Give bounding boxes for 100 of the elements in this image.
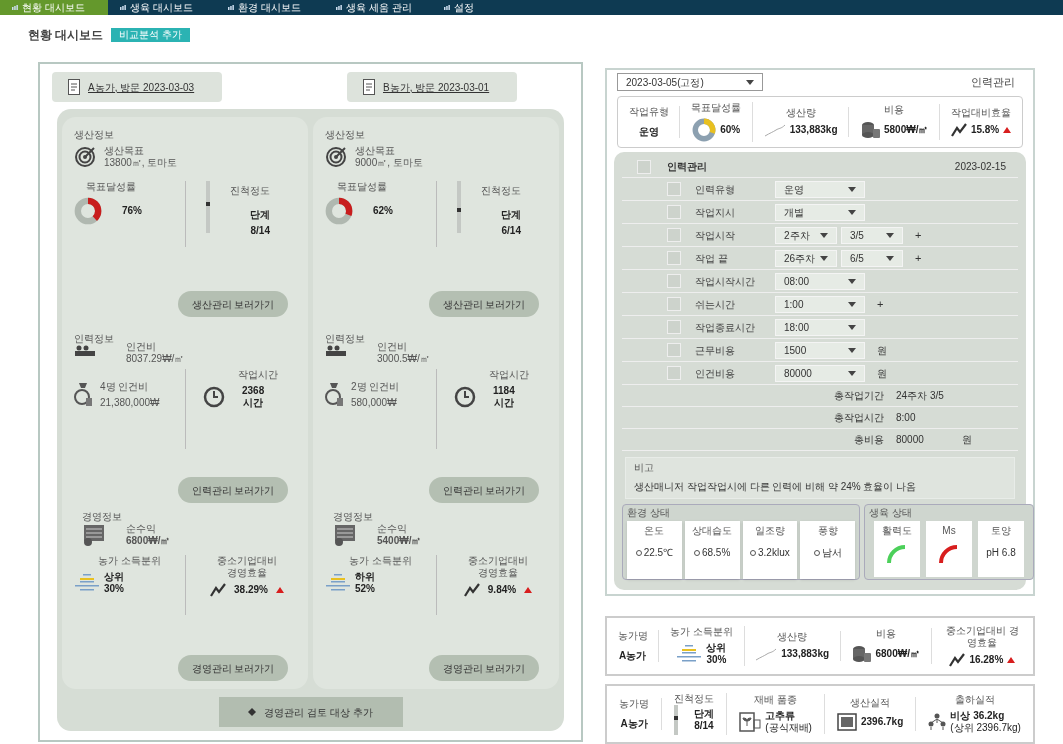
unit-label: 원 bbox=[962, 433, 972, 447]
checkbox[interactable] bbox=[667, 343, 681, 357]
add-button[interactable]: + bbox=[915, 229, 922, 241]
select-field[interactable]: 개별 bbox=[775, 203, 865, 221]
field-value: 8037.29₩/㎡ bbox=[126, 353, 185, 365]
nav-tab[interactable]: 생육 세움 관리 bbox=[324, 0, 432, 15]
select-field[interactable]: 3/5 bbox=[841, 226, 903, 244]
field-value: 비상 36.2kg bbox=[950, 710, 1006, 722]
production-button[interactable]: 생산관리 보러가기 bbox=[429, 291, 539, 317]
date-dropdown[interactable]: 2023-03-05(고정) bbox=[617, 73, 763, 91]
target-icon bbox=[74, 146, 96, 168]
checkbox[interactable] bbox=[667, 274, 681, 288]
select-field[interactable]: 18:00 bbox=[775, 318, 865, 336]
sensor-icon bbox=[693, 548, 700, 557]
farm-visit-button[interactable]: A농가, 방문 2023-03-03 bbox=[52, 72, 222, 102]
checkbox[interactable] bbox=[667, 251, 681, 265]
management-button[interactable]: 경영관리 보러가기 bbox=[178, 655, 288, 681]
select-field[interactable]: 26주차 bbox=[775, 249, 837, 267]
checkbox[interactable] bbox=[667, 228, 681, 242]
trend-icon bbox=[949, 653, 966, 667]
field-value: 5400₩/㎡ bbox=[377, 535, 422, 547]
sensor-value: 남서 bbox=[821, 546, 842, 560]
document-icon bbox=[363, 79, 375, 95]
field-label: 생산량 bbox=[785, 107, 816, 119]
section-label: 인력정보 bbox=[74, 333, 114, 345]
receipt-icon bbox=[82, 523, 106, 547]
chart-icon bbox=[12, 5, 18, 10]
section-title: 인력관리 bbox=[667, 160, 707, 174]
nav-tab[interactable]: 환경 대시보드 bbox=[216, 0, 324, 15]
field-value: 30% bbox=[706, 654, 727, 666]
select-field[interactable]: 운영 bbox=[775, 180, 865, 198]
field-label: 목표달성률 bbox=[691, 102, 742, 114]
field-label: 인력유형 bbox=[695, 182, 736, 197]
checkbox[interactable] bbox=[667, 320, 681, 334]
field-label: 농가 소득분위 bbox=[349, 555, 413, 567]
total-label: 총작업시간 bbox=[833, 411, 884, 425]
field-value: 13800㎡, 토마토 bbox=[104, 157, 178, 169]
field-label: 중소기업대비 경영효율 bbox=[944, 625, 1020, 649]
status-label: 활력도 bbox=[882, 525, 912, 537]
field-label: 작업대비효율 bbox=[951, 107, 1012, 119]
field-label: 중소기업대비 경영효율 bbox=[467, 555, 529, 579]
dropdown-caret-icon bbox=[886, 255, 894, 261]
trend-icon bbox=[463, 583, 480, 597]
farm-visit-button[interactable]: B농가, 방문 2023-03-01 bbox=[347, 72, 517, 102]
select-field[interactable]: 80000 bbox=[775, 364, 865, 382]
panel-label: 생육 상태 bbox=[869, 507, 913, 519]
checkbox[interactable] bbox=[637, 159, 651, 174]
nav-tab[interactable]: 생육 대시보드 bbox=[108, 0, 216, 15]
sensor-value: 68.5% bbox=[701, 546, 731, 560]
field-label: 농가 소득분위 bbox=[98, 555, 162, 567]
dropdown-caret-icon bbox=[848, 370, 856, 376]
dropdown-caret-icon bbox=[820, 255, 828, 261]
field-value: 9000㎡, 토마토 bbox=[355, 157, 423, 169]
select-field[interactable]: 6/5 bbox=[841, 249, 903, 267]
memo-text: 생산매니저 작업작업시에 다른 인력에 비해 약 24% 효율이 나옴 bbox=[634, 480, 918, 494]
select-field[interactable]: 2주차 bbox=[775, 226, 837, 244]
field-label: 진척정도 bbox=[674, 693, 715, 705]
field-value: A농가 bbox=[619, 650, 647, 662]
field-label: 생산량 bbox=[777, 631, 808, 643]
field-value: 15.8% bbox=[970, 124, 1000, 136]
management-button[interactable]: 경영관리 보러가기 bbox=[429, 655, 539, 681]
field-value: 6/14 bbox=[501, 225, 521, 237]
field-label: 목표달성률 bbox=[337, 181, 388, 193]
sensor-label: 상대습도 bbox=[692, 525, 733, 537]
field-label: 작업 끝 bbox=[695, 251, 729, 266]
select-field[interactable]: 1:00 bbox=[775, 295, 865, 313]
field-unit: 시간 bbox=[243, 397, 264, 409]
production-button[interactable]: 생산관리 보러가기 bbox=[178, 291, 288, 317]
checkbox[interactable] bbox=[667, 205, 681, 219]
add-button[interactable]: + bbox=[915, 252, 922, 264]
dropdown-caret-icon bbox=[848, 209, 856, 215]
field-value: 30% bbox=[104, 583, 124, 595]
add-button[interactable]: + bbox=[877, 298, 884, 310]
total-value: 24주차 3/5 bbox=[896, 389, 945, 403]
field-value: 6800₩/㎡ bbox=[875, 648, 920, 660]
ranking-icon bbox=[74, 572, 100, 594]
checkbox[interactable] bbox=[667, 297, 681, 311]
section-label: 인력정보 bbox=[325, 333, 365, 345]
trend-icon bbox=[210, 583, 227, 597]
labor-button[interactable]: 인력관리 보러가기 bbox=[429, 477, 539, 503]
checkbox[interactable] bbox=[667, 366, 681, 380]
field-label: 인건비용 bbox=[695, 366, 736, 381]
section-label: 경영정보 bbox=[333, 511, 374, 523]
diamond-icon bbox=[248, 708, 257, 716]
dropdown-caret-icon bbox=[848, 278, 856, 284]
add-review-button[interactable]: 경영관리 검토 대상 추가 bbox=[218, 697, 403, 727]
nav-tab[interactable]: 설정 bbox=[432, 0, 540, 15]
status-label: Ms bbox=[942, 525, 956, 537]
checkbox[interactable] bbox=[667, 182, 681, 196]
coins-icon bbox=[859, 120, 880, 140]
select-field[interactable]: 08:00 bbox=[775, 272, 865, 290]
memo-label: 비고 bbox=[634, 462, 655, 474]
field-value: 1184 bbox=[493, 385, 515, 397]
select-field[interactable]: 1500 bbox=[775, 341, 865, 359]
field-unit: 시간 bbox=[493, 397, 514, 409]
panel-title: 인력관리 bbox=[971, 74, 1015, 90]
chart-icon bbox=[120, 5, 126, 10]
sensor-icon bbox=[635, 548, 642, 557]
labor-button[interactable]: 인력관리 보러가기 bbox=[178, 477, 288, 503]
field-value: 133,883kg bbox=[789, 124, 838, 136]
